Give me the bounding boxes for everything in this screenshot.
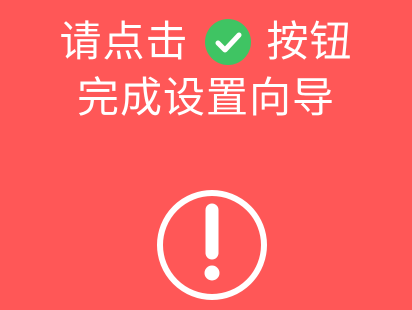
instruction-line-1: 请点击 按钮	[0, 18, 412, 71]
instruction-line-2: 完成设置向导	[76, 73, 335, 122]
instruction-prefix: 请点击	[59, 17, 189, 66]
exclamation-circle-icon	[155, 188, 269, 302]
instruction-suffix: 按钮	[266, 17, 353, 66]
check-circle-icon[interactable]	[204, 18, 251, 65]
